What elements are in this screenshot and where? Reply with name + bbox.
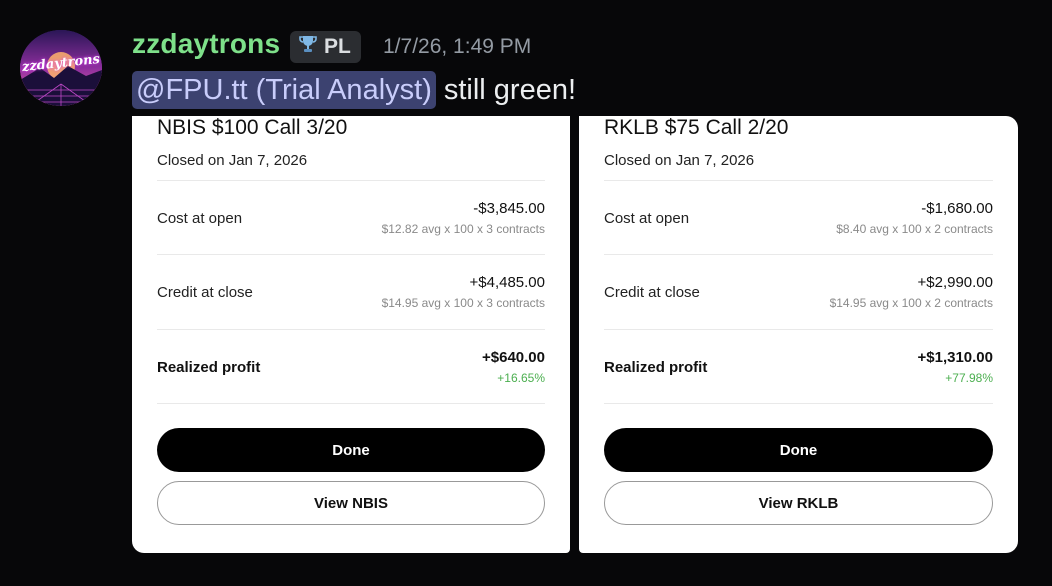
closed-date: Closed on Jan 7, 2026 bbox=[604, 152, 755, 169]
user-mention[interactable]: @FPU.tt (Trial Analyst) bbox=[132, 71, 436, 109]
profit-percent: +16.65% bbox=[497, 371, 545, 385]
credit-value: +$4,485.00 bbox=[469, 274, 546, 291]
role-badge[interactable]: PL bbox=[290, 31, 361, 63]
card-title: RKLB $75 Call 2/20 bbox=[604, 116, 789, 139]
cost-detail: $8.40 avg x 100 x 2 contracts bbox=[836, 222, 993, 236]
divider bbox=[157, 180, 545, 181]
trophy-icon bbox=[298, 34, 318, 60]
done-button[interactable]: Done bbox=[604, 428, 993, 472]
divider bbox=[604, 329, 993, 330]
cost-value: -$3,845.00 bbox=[473, 200, 545, 217]
closed-date: Closed on Jan 7, 2026 bbox=[157, 152, 308, 169]
cost-label: Cost at open bbox=[157, 210, 243, 227]
credit-value: +$2,990.00 bbox=[917, 274, 994, 291]
author-username[interactable]: zzdaytrons bbox=[132, 28, 280, 60]
divider bbox=[604, 254, 993, 255]
profit-value: +$640.00 bbox=[482, 349, 545, 366]
credit-detail: $14.95 avg x 100 x 3 contracts bbox=[381, 296, 545, 310]
message-content: @FPU.tt (Trial Analyst) still green! bbox=[132, 70, 576, 110]
cost-value: -$1,680.00 bbox=[921, 200, 993, 217]
card-title: NBIS $100 Call 3/20 bbox=[157, 116, 348, 139]
divider bbox=[157, 254, 545, 255]
view-rklb-button[interactable]: View RKLB bbox=[604, 481, 993, 525]
message-text: still green! bbox=[443, 73, 577, 106]
cost-label: Cost at open bbox=[604, 210, 690, 227]
profit-label: Realized profit bbox=[604, 359, 708, 376]
view-nbis-button[interactable]: View NBIS bbox=[157, 481, 545, 525]
profit-label: Realized profit bbox=[157, 359, 261, 376]
done-button[interactable]: Done bbox=[157, 428, 545, 472]
cost-detail: $12.82 avg x 100 x 3 contracts bbox=[381, 222, 545, 236]
trade-card-nbis: NBIS $100 Call 3/20 Closed on Jan 7, 202… bbox=[132, 116, 570, 553]
avatar[interactable]: zzdaytrons bbox=[20, 30, 102, 106]
credit-label: Credit at close bbox=[604, 284, 700, 301]
divider bbox=[157, 329, 545, 330]
divider bbox=[157, 403, 545, 404]
profit-percent: +77.98% bbox=[945, 371, 993, 385]
trade-card-rklb: RKLB $75 Call 2/20 Closed on Jan 7, 2026… bbox=[579, 116, 1018, 553]
credit-detail: $14.95 avg x 100 x 2 contracts bbox=[829, 296, 993, 310]
divider bbox=[604, 180, 993, 181]
divider bbox=[604, 403, 993, 404]
profit-value: +$1,310.00 bbox=[917, 349, 994, 366]
message-timestamp: 1/7/26, 1:49 PM bbox=[383, 35, 532, 58]
badge-label: PL bbox=[324, 35, 351, 58]
credit-label: Credit at close bbox=[157, 284, 253, 301]
